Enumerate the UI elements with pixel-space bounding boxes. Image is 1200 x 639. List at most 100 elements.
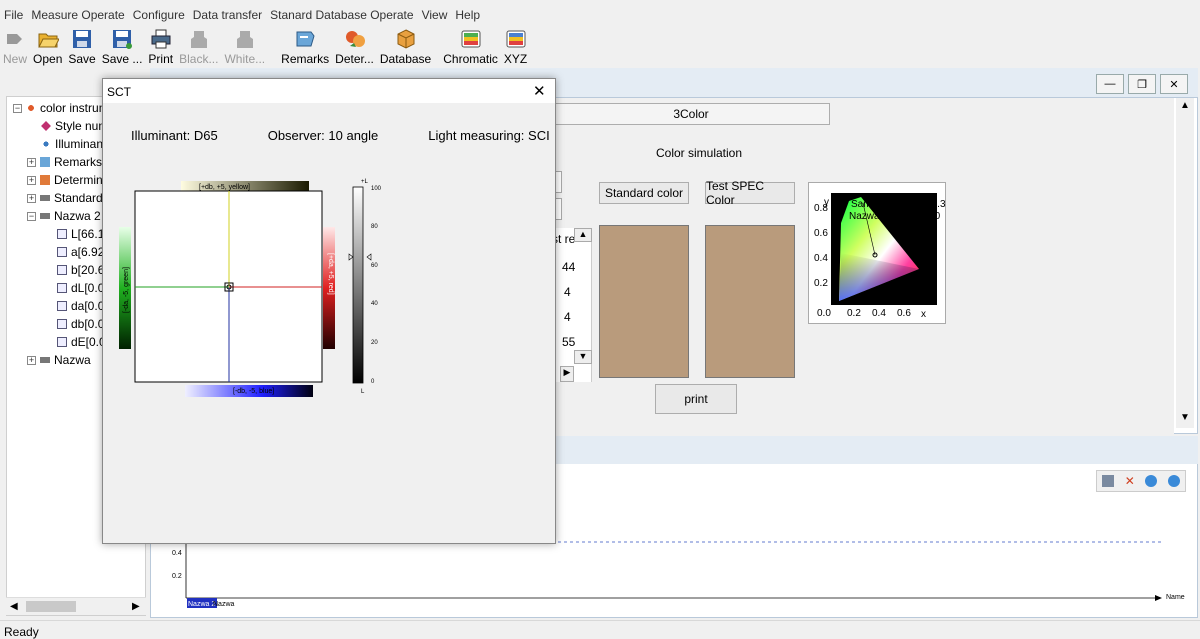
status-bar: Ready xyxy=(0,620,1200,639)
determine-icon xyxy=(345,31,365,47)
restore-icon: ❐ xyxy=(1137,78,1147,91)
tree-item-nazwa[interactable]: + Nazwa xyxy=(27,351,91,369)
observer-label: Observer: 10 angle xyxy=(267,128,379,143)
zoom-in-icon[interactable] xyxy=(1145,475,1158,487)
scroll-left-icon[interactable]: ◀ xyxy=(10,601,18,612)
save-as-button[interactable]: Save ... xyxy=(99,26,146,68)
cie-ytick: 0.6 xyxy=(814,228,828,239)
bar-label-nazwa-2[interactable]: Nazwa 2 xyxy=(188,601,215,608)
status-text: Ready xyxy=(4,625,39,639)
tree-item-style-num[interactable]: Style num xyxy=(41,117,108,135)
delete-icon[interactable]: ✕ xyxy=(1125,474,1135,488)
tree-item-remarks[interactable]: + Remarks xyxy=(27,153,102,171)
main-vertical-scrollbar[interactable]: ▲ ▼ xyxy=(1176,98,1194,428)
test-spec-color-button[interactable]: Test SPEC Color xyxy=(705,179,795,207)
cie-x-axis-label: x xyxy=(921,309,926,320)
list-scroll-down-icon[interactable]: ▼ xyxy=(574,350,592,364)
black-calibrate-button[interactable]: Black... xyxy=(176,26,221,68)
x-axis-arrow-icon xyxy=(1155,595,1162,601)
dialog-title: SCT xyxy=(107,85,131,99)
print-button[interactable]: Print xyxy=(145,26,176,68)
bulb-icon xyxy=(41,139,51,149)
light-measuring-label: Light measuring: SCI xyxy=(428,128,550,143)
l-tick: 40 xyxy=(371,301,378,307)
tree-item-standard[interactable]: + Standard xyxy=(27,189,103,207)
record-icon xyxy=(40,213,50,219)
remarks-button[interactable]: Remarks xyxy=(278,26,332,68)
illuminant-label: Illuminant: D65 xyxy=(131,128,218,143)
print-button[interactable]: print xyxy=(655,384,737,414)
database-icon xyxy=(397,29,415,49)
expand-icon[interactable]: + xyxy=(27,175,36,185)
minimize-icon: — xyxy=(1104,78,1116,90)
open-button[interactable]: Open xyxy=(30,26,65,68)
bottom-ytick: 0.2 xyxy=(172,573,182,580)
list-item: 4 xyxy=(564,285,571,299)
xyz-button[interactable]: XYZ xyxy=(501,26,530,68)
sct-dialog: SCT ✕ Illuminant: D65 Observer: 10 angle… xyxy=(102,78,556,544)
l-top-label: +L xyxy=(361,179,369,185)
printer-icon xyxy=(151,29,171,49)
scroll-up-icon[interactable]: ▲ xyxy=(1180,100,1190,111)
dialog-close-icon[interactable]: ✕ xyxy=(533,82,546,100)
scroll-thumb[interactable] xyxy=(26,601,76,612)
menu-file[interactable]: File xyxy=(0,6,27,26)
collapse-icon[interactable]: − xyxy=(27,211,36,221)
tree-root[interactable]: − color instrum xyxy=(13,99,109,117)
new-button[interactable]: New xyxy=(0,26,30,68)
determine-button[interactable]: Deter... xyxy=(332,26,377,68)
menu-view[interactable]: View xyxy=(418,6,452,26)
tree-horizontal-scrollbar[interactable]: ◀ ▶ xyxy=(6,597,146,615)
lightness-scale: +L 100 80 60 40 20 0 L xyxy=(348,179,382,395)
menu-standard-database-operate[interactable]: Stanard Database Operate xyxy=(266,6,417,26)
tree-item-illuminant[interactable]: Illuminant xyxy=(41,135,106,153)
save-button[interactable]: Save xyxy=(65,26,98,68)
chromatic-button[interactable]: Chromatic xyxy=(440,26,501,68)
close-button[interactable]: ✕ xyxy=(1160,74,1188,94)
cie-ytick: 0.2 xyxy=(814,278,828,289)
cie-xtick: 0.0 xyxy=(817,308,831,319)
l-tick: 100 xyxy=(371,186,382,192)
cie-diagram: Sample:x=0.38,y=0.3 Nazwa 2:x=0.38,y=0 y… xyxy=(814,193,946,320)
menu-measure-operate[interactable]: Measure Operate xyxy=(27,6,128,26)
menu-data-transfer[interactable]: Data transfer xyxy=(189,6,266,26)
bottom-x-axis-label: Name xyxy=(1166,594,1185,601)
lightness-marker-left-icon xyxy=(348,253,354,261)
expand-icon[interactable]: + xyxy=(27,157,36,167)
list-scroll-up-icon[interactable]: ▲ xyxy=(574,228,592,242)
white-calibrate-button[interactable]: White... xyxy=(221,26,268,68)
remarks-icon xyxy=(296,31,315,47)
tree-item-nazwa-2[interactable]: − Nazwa 2 xyxy=(27,207,101,225)
list-scroll-right-icon[interactable]: ▶ xyxy=(560,366,574,382)
scroll-down-icon[interactable]: ▼ xyxy=(1180,412,1190,423)
xyz-icon xyxy=(506,30,526,48)
cie-ytick: 0.4 xyxy=(814,253,828,264)
bar-label-nazwa[interactable]: Nazwa xyxy=(213,601,235,608)
value-icon xyxy=(57,283,67,293)
expand-icon[interactable]: + xyxy=(27,193,36,203)
list-item: 4 xyxy=(564,310,571,324)
tab-3color[interactable]: 3Color xyxy=(552,103,830,125)
yellow-bar-label: [+db, +5, yellow] xyxy=(199,184,250,191)
expand-icon[interactable]: + xyxy=(27,355,36,365)
cie-xtick: 0.6 xyxy=(897,308,911,319)
maximize-button[interactable]: ❐ xyxy=(1128,74,1156,94)
menu-help[interactable]: Help xyxy=(451,6,484,26)
minimize-button[interactable]: — xyxy=(1096,74,1124,94)
black-calibrate-icon xyxy=(190,31,207,48)
scroll-right-icon[interactable]: ▶ xyxy=(132,601,140,612)
menu-configure[interactable]: Configure xyxy=(129,6,189,26)
l-tick: 80 xyxy=(371,224,378,230)
white-calibrate-icon xyxy=(236,31,253,48)
database-button[interactable]: Database xyxy=(377,26,434,68)
cie-xtick: 0.2 xyxy=(847,308,861,319)
settings-icon[interactable] xyxy=(1102,475,1115,487)
standard-color-button[interactable]: Standard color xyxy=(599,182,689,204)
collapse-icon[interactable]: − xyxy=(13,103,22,113)
tree-item-a[interactable]: a[6.92] xyxy=(57,243,108,261)
zoom-out-icon[interactable] xyxy=(1167,475,1180,487)
l-tick: 20 xyxy=(371,340,378,346)
value-icon xyxy=(57,337,67,347)
tree-item-determina[interactable]: + Determina xyxy=(27,171,109,189)
save-as-disk-icon xyxy=(113,30,133,49)
